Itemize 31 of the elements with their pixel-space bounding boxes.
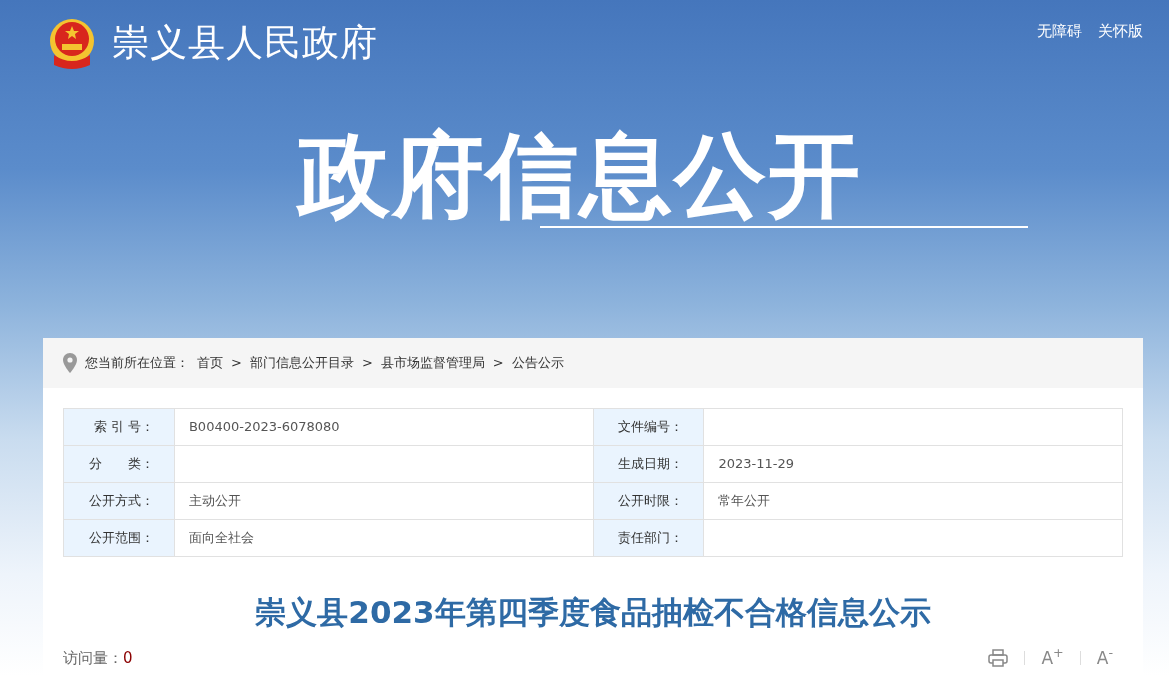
breadcrumb-link[interactable]: 首页 [197,353,223,373]
print-icon[interactable] [988,649,1009,668]
breadcrumb-link[interactable]: 部门信息公开目录 [249,353,354,373]
article-title: 崇义县2023年第四季度食品抽检不合格信息公示 [254,593,932,632]
breadcrumb-link[interactable]: 公告公示 [511,353,564,373]
field-value: 主动公开 [174,482,593,520]
font-size-button[interactable]: A$^{+}$ [1041,645,1064,671]
field-label: 文件编号： [593,408,704,446]
breadcrumb-separator: > [361,354,373,373]
breadcrumb-separator: > [231,354,242,373]
field-value: 2023-11-29 [703,445,1123,483]
field-label: 责任部门： [593,519,704,557]
field-label: 生成日期： [593,445,704,483]
breadcrumb-link[interactable]: 县市场监督管理局 [380,353,485,373]
location-pin-icon [63,353,77,373]
visit-count: 访问量：0 [63,648,133,669]
field-label: 索 引 号： [63,408,175,446]
site-title: 崇义县人民政府 [112,19,378,66]
field-label: 分 类： [63,445,175,483]
banner-title: 政府信息公开 [295,125,863,227]
field-value: B00400-2023-6078080 [174,408,593,446]
field-label: 公开方式： [63,482,175,520]
breadcrumb-separator: > [492,354,504,373]
top-link[interactable]: 关怀版 [1098,20,1143,43]
field-label: 公开时限： [593,482,704,520]
field-value: 面向全社会 [174,519,593,557]
font-size-button[interactable]: A$^{-}$ [1096,645,1113,671]
top-link[interactable]: 无障碍 [1037,20,1082,43]
breadcrumb-label: 您当前所在位置： [85,354,189,373]
field-value: 常年公开 [703,482,1123,520]
field-label: 公开范围： [63,519,175,557]
